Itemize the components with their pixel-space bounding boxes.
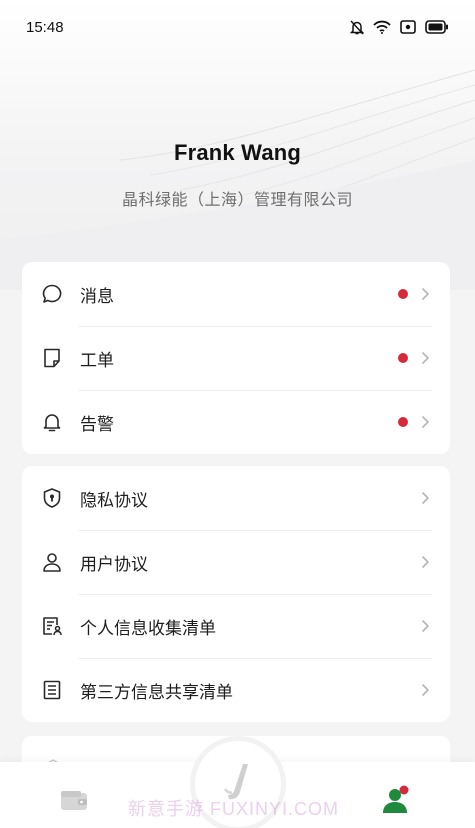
chevron-right-icon: [418, 351, 432, 365]
chevron-right-icon: [418, 491, 432, 505]
agreements-card: 隐私协议 用户协议 个人信息收集清单 第三方信息共享清单: [22, 466, 450, 722]
status-bar: 15:48: [0, 0, 475, 54]
unread-badge: [398, 353, 408, 363]
profile-header: Frank Wang 晶科绿能（上海）管理有限公司: [0, 140, 475, 210]
bell-muted-icon: [350, 20, 364, 35]
alarm-bell-icon: [40, 410, 64, 434]
menu-item-label: 个人信息收集清单: [80, 618, 216, 639]
screen-record-icon: [400, 20, 416, 34]
menu-item-label: 告警: [80, 414, 114, 435]
privacy-shield-icon: [40, 486, 64, 510]
menu-item-label: 工单: [80, 350, 114, 371]
nav-profile[interactable]: [382, 785, 410, 819]
menu-item-work-orders[interactable]: 工单: [22, 326, 450, 390]
status-icons: [350, 20, 449, 35]
menu-item-messages[interactable]: 消息: [22, 262, 450, 326]
user-icon: [40, 550, 64, 574]
profile-company: 晶科绿能（上海）管理有限公司: [121, 190, 353, 209]
menu-item-alarms[interactable]: 告警: [22, 390, 450, 454]
status-time: 15:48: [26, 18, 64, 36]
chevron-right-icon: [418, 683, 432, 697]
chevron-right-icon: [418, 287, 432, 301]
nav-wallet[interactable]: [60, 790, 88, 816]
third-party-list-icon: [40, 678, 64, 702]
menu-item-third-party-list[interactable]: 第三方信息共享清单: [22, 658, 450, 722]
personal-info-list-icon: [40, 614, 64, 638]
menu-item-user-agreement[interactable]: 用户协议: [22, 530, 450, 594]
unread-badge: [398, 289, 408, 299]
menu-item-label: 第三方信息共享清单: [80, 682, 233, 703]
wallet-icon: [60, 791, 88, 816]
battery-icon: [425, 20, 449, 34]
profile-name: Frank Wang: [173, 140, 302, 165]
wifi-icon: [373, 20, 391, 34]
work-order-icon: [40, 346, 64, 370]
menu-item-privacy-policy[interactable]: 隐私协议: [22, 466, 450, 530]
profile-icon: [382, 785, 410, 819]
menu-item-label: 隐私协议: [80, 490, 148, 511]
menu-item-label: 用户协议: [80, 554, 148, 575]
notifications-card: 消息 工单 告警: [22, 262, 450, 454]
chevron-right-icon: [418, 619, 432, 633]
chevron-right-icon: [418, 415, 432, 429]
unread-badge: [398, 417, 408, 427]
message-icon: [40, 282, 64, 306]
menu-item-personal-info-list[interactable]: 个人信息收集清单: [22, 594, 450, 658]
chevron-right-icon: [418, 555, 432, 569]
menu-item-label: 消息: [80, 286, 114, 307]
watermark: 新意手游 FUXINYI.COM: [128, 799, 340, 819]
